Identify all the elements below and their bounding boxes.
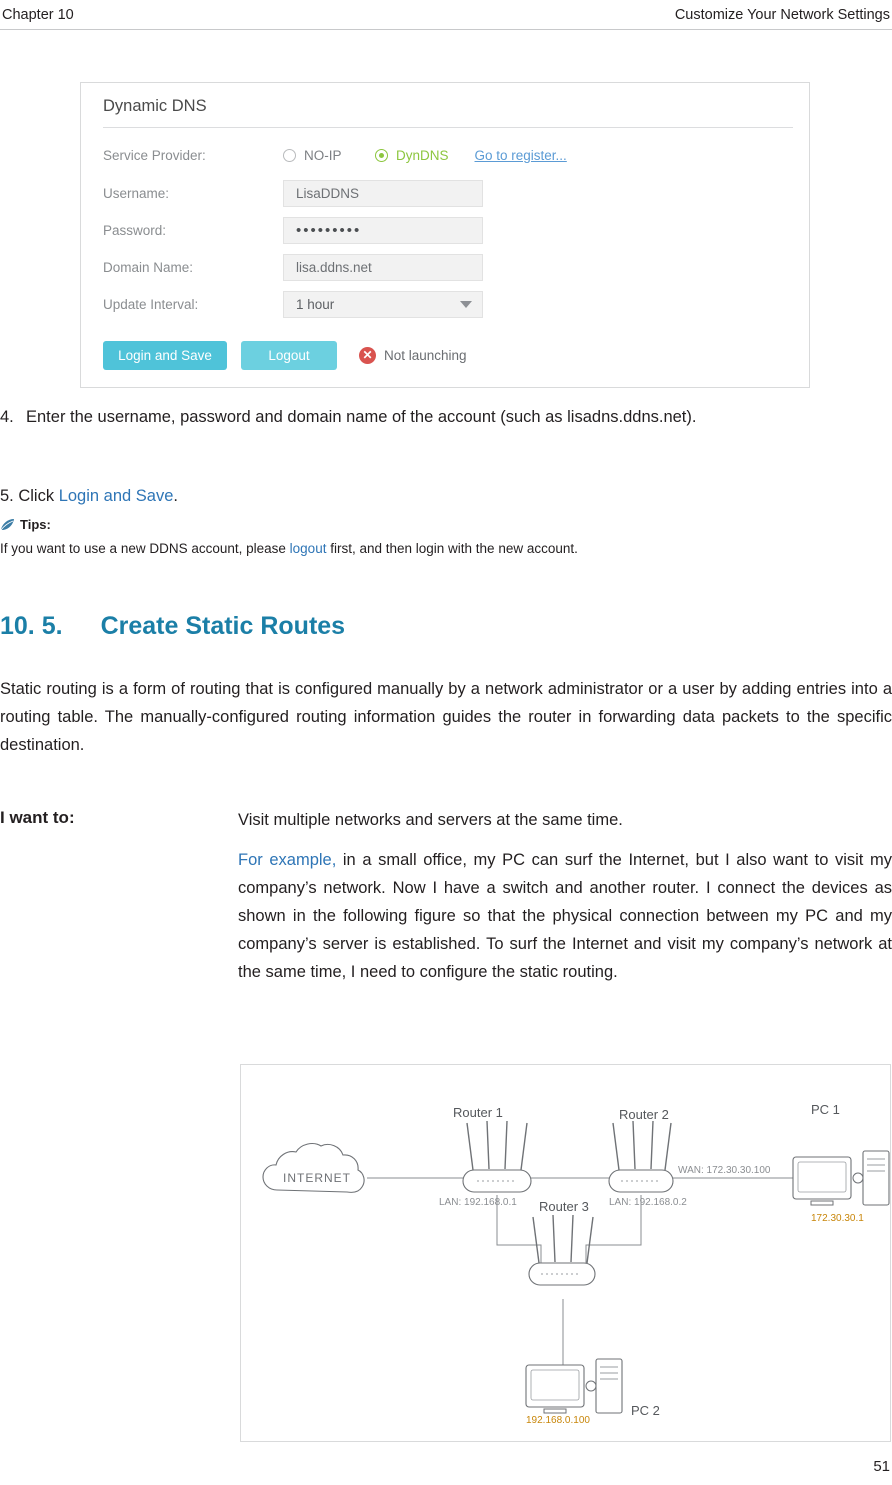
router-1-label: Router 1 — [453, 1105, 503, 1120]
section-number: 10. 5. — [0, 612, 63, 640]
update-interval-row: Update Interval: 1 hour — [103, 290, 483, 318]
i-want-to-example: For example, in a small office, my PC ca… — [238, 846, 892, 986]
header-section-label: Customize Your Network Settings — [674, 7, 890, 23]
i-want-to-label: I want to: — [0, 808, 75, 827]
service-provider-row: Service Provider: NO-IP DynDNS Go to reg… — [103, 141, 567, 169]
username-label: Username: — [103, 185, 170, 201]
password-input[interactable]: ••••••••• — [283, 216, 483, 244]
chevron-down-icon — [460, 300, 472, 308]
update-interval-value: 1 hour — [296, 296, 335, 312]
pc-1-label: PC 1 — [811, 1102, 840, 1117]
tips-body: If you want to use a new DDNS account, p… — [0, 539, 892, 559]
ddns-status-text: Not launching — [384, 347, 467, 363]
internet-cloud-label: INTERNET — [283, 1171, 351, 1185]
domain-name-row: Domain Name: lisa.ddns.net — [103, 253, 483, 281]
service-provider-label: Service Provider: — [103, 147, 206, 163]
section-heading: 10. 5. Create Static Routes — [0, 612, 345, 641]
username-input[interactable]: LisaDDNS — [283, 179, 483, 207]
for-example-body: in a small office, my PC can surf the In… — [238, 851, 892, 981]
router-2-label: Router 2 — [619, 1107, 669, 1122]
tips-body-post: first, and then login with the new accou… — [326, 541, 578, 556]
router-2-lan-ip: LAN: 192.168.0.2 — [609, 1197, 687, 1208]
domain-name-label: Domain Name: — [103, 259, 194, 275]
dynamic-dns-divider — [103, 127, 793, 128]
section-title-text: Create Static Routes — [100, 612, 346, 640]
radio-no-ip-icon[interactable] — [283, 148, 296, 162]
step-5: 5. Click Login and Save. — [0, 483, 892, 509]
pc-2-icon — [525, 1358, 623, 1414]
logout-button[interactable]: Logout — [241, 340, 337, 370]
page-number: 51 — [873, 1458, 890, 1475]
password-label: Password: — [103, 222, 167, 238]
router-3-label: Router 3 — [539, 1199, 589, 1214]
pc-1-ip: 172.30.30.1 — [811, 1213, 864, 1224]
tips-body-pre: If you want to use a new DDNS account, p… — [0, 541, 290, 556]
router-1-icon — [462, 1120, 532, 1193]
step-4-text: Enter the username, password and domain … — [26, 408, 697, 426]
go-to-register-link[interactable]: Go to register... — [475, 148, 567, 163]
step-4: 4. Enter the username, password and doma… — [0, 404, 892, 430]
dynamic-dns-actions: Login and Save Logout ✕ Not launching — [103, 340, 467, 370]
update-interval-select[interactable]: 1 hour — [283, 290, 483, 318]
section-paragraph: Static routing is a form of routing that… — [0, 680, 892, 754]
username-row: Username: LisaDDNS — [103, 179, 483, 207]
logout-link-reference[interactable]: logout — [290, 541, 327, 556]
page-header: Chapter 10 Customize Your Network Settin… — [0, 0, 892, 30]
network-topology-diagram: INTERNET Router 1 Router 2 Router 3 PC 1… — [240, 1064, 891, 1442]
diagram-connectors — [262, 1120, 890, 1414]
update-interval-label: Update Interval: — [103, 296, 199, 312]
tips-leaf-icon — [0, 518, 15, 531]
pc-2-label: PC 2 — [631, 1403, 660, 1418]
pc-2-ip: 192.168.0.100 — [526, 1415, 590, 1426]
dynamic-dns-title: Dynamic DNS — [103, 97, 207, 115]
for-example-lead: For example, — [238, 851, 337, 869]
router-3-icon — [528, 1214, 596, 1286]
step-4-number: 4. — [0, 408, 14, 426]
pc-1-icon — [792, 1150, 890, 1206]
header-chapter-label: Chapter 10 — [2, 7, 74, 23]
step-5-period: . — [173, 487, 178, 505]
error-circle-icon: ✕ — [359, 346, 376, 364]
radio-dyndns[interactable]: DynDNS — [375, 148, 449, 163]
login-and-save-button[interactable]: Login and Save — [103, 340, 227, 370]
router-1-lan-ip: LAN: 192.168.0.1 — [439, 1197, 517, 1208]
tips-heading: Tips: — [0, 517, 51, 532]
router-2-wan-ip: WAN: 172.30.30.100 — [678, 1165, 771, 1176]
password-row: Password: ••••••••• — [103, 216, 483, 244]
i-want-to-line1: Visit multiple networks and servers at t… — [238, 811, 623, 829]
radio-no-ip-label: NO-IP — [304, 147, 342, 163]
header-divider — [0, 29, 892, 30]
radio-dyndns-label: DynDNS — [396, 147, 449, 163]
login-and-save-reference[interactable]: Login and Save — [59, 487, 174, 505]
dynamic-dns-screenshot: Dynamic DNS Service Provider: NO-IP DynD… — [80, 82, 810, 388]
domain-name-input[interactable]: lisa.ddns.net — [283, 253, 483, 281]
step-5-text: 5. Click — [0, 487, 59, 505]
radio-no-ip[interactable]: NO-IP — [283, 148, 375, 163]
radio-dyndns-icon[interactable] — [375, 148, 388, 162]
router-2-icon — [608, 1120, 674, 1193]
tips-label: Tips: — [20, 517, 51, 532]
ddns-status: ✕ Not launching — [359, 346, 467, 364]
